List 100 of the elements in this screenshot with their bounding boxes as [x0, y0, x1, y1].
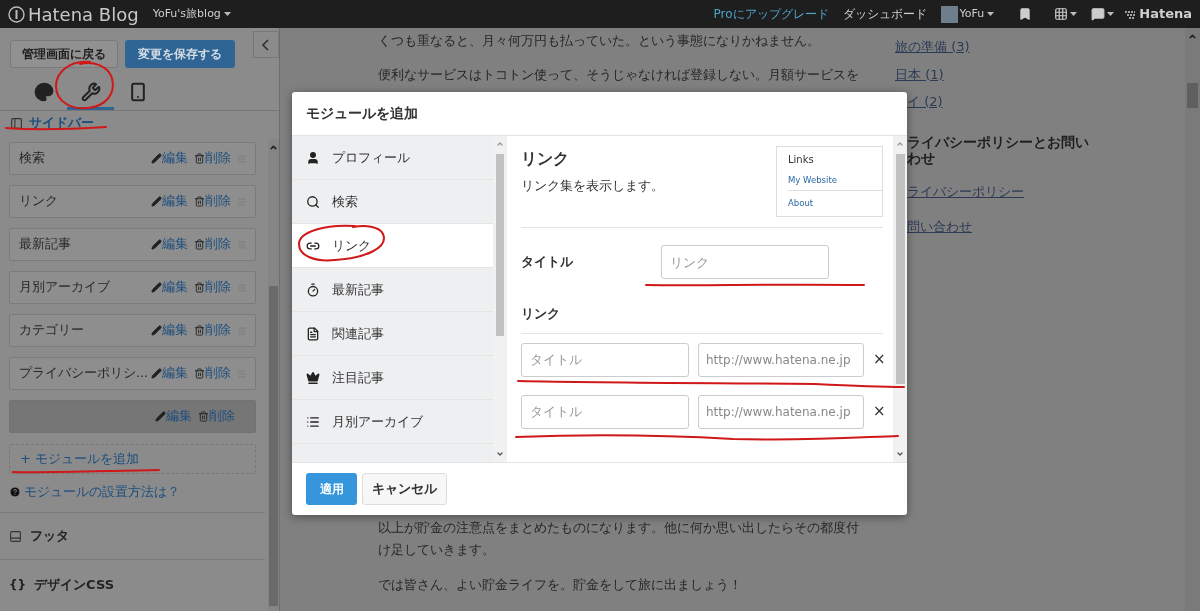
edit-link[interactable]: 編集: [151, 321, 188, 340]
stopwatch-icon: [306, 282, 320, 297]
category-link[interactable]: 旅の準備 (3): [895, 37, 1089, 57]
trash-icon: [194, 239, 205, 250]
pencil-icon: [151, 153, 162, 164]
edit-link[interactable]: 編集: [151, 235, 188, 254]
scroll-down-icon[interactable]: [896, 450, 904, 458]
article-text: 以上が貯金の注意点をまとめたものになります。他に何か思い出したらその都度付け足していきます。: [378, 519, 860, 559]
caret-icon: [987, 12, 995, 16]
module-name: リンク: [521, 148, 570, 170]
module-option[interactable]: リンク: [292, 224, 493, 268]
pencil-icon: [151, 239, 162, 250]
trash-icon: [194, 368, 205, 379]
article-text: では皆さん、よい貯金ライフを。貯金をして旅に出ましょう！: [378, 576, 743, 594]
comment-icon[interactable]: [1091, 7, 1106, 21]
scroll-thumb[interactable]: [1187, 83, 1198, 108]
scroll-down-icon[interactable]: [496, 450, 504, 458]
collapse-button[interactable]: [252, 31, 279, 58]
save-button[interactable]: 変更を保存する: [125, 40, 235, 68]
help-icon: [9, 486, 21, 498]
module-item[interactable]: リンク 編集 削除: [9, 185, 256, 218]
edit-link[interactable]: 編集: [151, 278, 188, 297]
module-title: プライバシーポリシ...: [19, 364, 149, 383]
dialog-title: モジュールを追加: [306, 104, 418, 123]
pencil-icon: [151, 196, 162, 207]
category-link[interactable]: イ (2): [907, 92, 1089, 112]
add-module-button[interactable]: + モジュールを追加: [9, 444, 256, 474]
link-url-input[interactable]: http://www.hatena.ne.jp: [698, 394, 864, 429]
back-button[interactable]: 管理画面に戻る: [10, 40, 119, 68]
pencil-icon: [155, 411, 166, 422]
avatar[interactable]: [940, 5, 958, 23]
page-scrollbar[interactable]: [1185, 28, 1200, 611]
blog-switcher[interactable]: YoFu's旅blog: [152, 5, 231, 23]
module-description: リンク集を表示します。: [521, 177, 664, 195]
trash-icon: [198, 411, 209, 422]
edit-link[interactable]: 編集: [151, 364, 188, 383]
css-section[interactable]: デザインCSS: [34, 575, 115, 595]
help-link[interactable]: モジュールの設置方法は？: [24, 482, 180, 502]
bookmark-icon[interactable]: [1018, 7, 1033, 21]
crown-icon: [306, 370, 320, 385]
chevron-left-icon: [262, 38, 270, 51]
logo-text[interactable]: Hatena Blog: [28, 0, 139, 28]
scroll-up-icon[interactable]: [896, 140, 904, 148]
user-menu[interactable]: YoFu: [959, 5, 995, 23]
module-item[interactable]: 検索 編集 削除: [9, 142, 256, 175]
field-label: リンク: [521, 305, 561, 323]
module-item[interactable]: カテゴリー 編集 削除: [9, 314, 256, 347]
sidebar-section-icon: [10, 116, 23, 130]
delete-link[interactable]: 削除: [194, 278, 231, 297]
preview-link[interactable]: My Website: [788, 171, 882, 191]
grid-icon[interactable]: [1054, 7, 1069, 21]
apply-button[interactable]: 適用: [306, 473, 357, 505]
module-item[interactable]: 月別アーカイブ 編集 削除: [9, 271, 256, 304]
delete-link[interactable]: 削除: [194, 149, 231, 168]
module-item[interactable]: プライバシーポリシ... 編集 削除: [9, 357, 256, 390]
caret-icon: [1070, 12, 1078, 16]
module-item[interactable]: 最新記事 編集 削除: [9, 228, 256, 261]
scroll-thumb[interactable]: [895, 154, 905, 384]
upgrade-link[interactable]: Proにアップグレード: [713, 5, 829, 23]
edit-link[interactable]: 編集: [151, 192, 188, 211]
trash-icon: [194, 325, 205, 336]
remove-link-button[interactable]: ×: [873, 348, 886, 371]
dashboard-link[interactable]: ダッシュボード: [842, 5, 927, 23]
link-url-input[interactable]: http://www.hatena.ne.jp: [698, 342, 864, 377]
palette-icon: [33, 82, 54, 102]
delete-link[interactable]: 削除: [194, 235, 231, 254]
pencil-icon: [151, 368, 162, 379]
link-title-input[interactable]: タイトル: [521, 342, 689, 377]
scrollbar[interactable]: [268, 139, 279, 611]
scroll-thumb[interactable]: [496, 154, 504, 336]
person-icon: [306, 150, 320, 165]
sidebar-link[interactable]: 問い合わせ: [907, 217, 1089, 237]
list-icon: [306, 414, 320, 429]
scroll-up-icon[interactable]: [496, 140, 504, 148]
search-icon: [306, 194, 320, 209]
trash-icon: [194, 153, 205, 164]
detail-scrollbar[interactable]: [893, 136, 907, 462]
article-text: 便利なサービスはトコトン使って、そうじゃなければ登録しない。月額サービスを: [378, 66, 860, 84]
brand-icon: [1124, 9, 1137, 19]
module-title: 検索: [19, 149, 46, 168]
remove-link-button[interactable]: ×: [873, 400, 886, 423]
list-scrollbar[interactable]: [493, 136, 507, 462]
sidebar-link[interactable]: ライバシーポリシー: [907, 181, 1089, 201]
category-link[interactable]: 日本 (1): [895, 64, 1089, 84]
preview-link[interactable]: About: [788, 193, 882, 213]
pencil-icon: [151, 325, 162, 336]
wrench-icon: [80, 82, 101, 102]
edit-link[interactable]: 編集: [151, 149, 188, 168]
delete-link[interactable]: 削除: [194, 192, 231, 211]
link-title-input[interactable]: タイトル: [521, 394, 689, 429]
cancel-button[interactable]: キャンセル: [362, 473, 447, 505]
footer-section[interactable]: フッタ: [30, 526, 69, 546]
module-title: カテゴリー: [19, 321, 85, 340]
caret-icon: [1107, 12, 1115, 16]
delete-link[interactable]: 削除: [194, 321, 231, 340]
delete-link[interactable]: 削除: [194, 364, 231, 383]
scroll-thumb[interactable]: [269, 286, 278, 606]
sidebar-heading: ライバシーポリシーとお問い わせ: [907, 133, 1089, 166]
brand-logo[interactable]: Hatena: [1139, 4, 1192, 24]
title-input[interactable]: リンク: [661, 245, 829, 279]
